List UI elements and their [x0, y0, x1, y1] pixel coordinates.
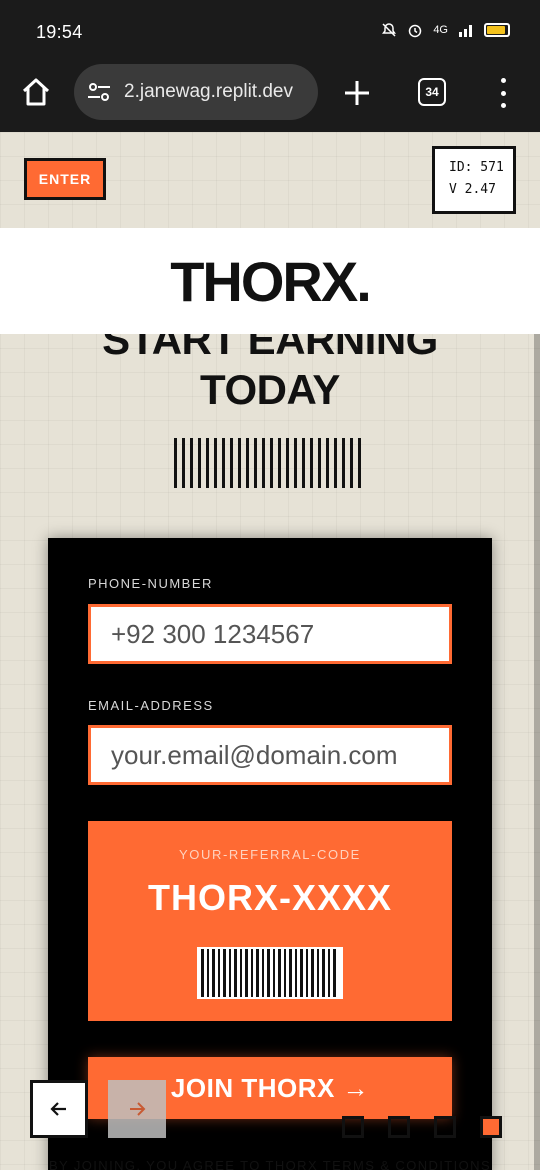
battery-icon: [484, 23, 510, 37]
home-icon[interactable]: [20, 76, 52, 108]
network-label: 4G: [433, 24, 448, 36]
id-label: ID: 571: [449, 160, 504, 175]
terms-text: BY JOINING, YOU AGREE TO THORX TERMS & C…: [48, 1158, 492, 1170]
url-text: 2.janewag.replit.dev: [124, 81, 293, 102]
carousel-dot[interactable]: [434, 1116, 456, 1138]
arrow-right-icon: [130, 1102, 146, 1116]
email-input[interactable]: your.email@domain.com: [88, 725, 452, 785]
tab-switcher-button[interactable]: 34: [418, 78, 446, 106]
referral-label: YOUR-REFERRAL-CODE: [179, 847, 361, 862]
signup-form-card: PHONE-NUMBER +92 300 1234567 EMAIL-ADDRE…: [48, 538, 492, 1170]
signal-icon: [459, 25, 472, 37]
carousel-prev-button[interactable]: [30, 1080, 88, 1138]
alarm-icon: [409, 24, 422, 38]
referral-code-box: YOUR-REFERRAL-CODE THORX-XXXX: [88, 821, 452, 1021]
phone-label: PHONE-NUMBER: [88, 576, 213, 591]
bell-off-icon: [382, 23, 397, 37]
scroll-shadow: [534, 334, 540, 1170]
id-version-box: ID: 571 V 2.47: [432, 146, 516, 214]
more-menu-icon[interactable]: [496, 78, 510, 108]
logo-band: THORX.: [0, 228, 540, 334]
email-label: EMAIL-ADDRESS: [88, 698, 214, 713]
referral-code: THORX-XXXX: [147, 877, 393, 918]
logo: THORX.: [170, 249, 372, 313]
site-settings-icon[interactable]: [86, 79, 112, 105]
status-time: 19:54: [36, 22, 83, 42]
version-label: V 2.47: [449, 182, 496, 197]
referral-barcode: [197, 947, 343, 999]
status-icons: 4G: [381, 22, 510, 38]
new-tab-icon[interactable]: [340, 76, 374, 110]
carousel-dot[interactable]: [342, 1116, 364, 1138]
arrow-left-icon: [50, 1102, 66, 1116]
enter-button[interactable]: ENTER: [24, 158, 106, 200]
carousel-indicators: [342, 1116, 502, 1138]
hero-heading-line2: TODAY: [200, 366, 340, 413]
address-bar[interactable]: 2.janewag.replit.dev: [74, 64, 318, 120]
carousel-dot[interactable]: [388, 1116, 410, 1138]
status-bar: 19:54 4G: [0, 0, 540, 64]
carousel-dot-active[interactable]: [480, 1116, 502, 1138]
browser-toolbar: 2.janewag.replit.dev 34: [0, 64, 540, 132]
phone-input[interactable]: +92 300 1234567: [88, 604, 452, 664]
barcode-decoration: [174, 438, 361, 488]
carousel-next-button[interactable]: [108, 1080, 166, 1138]
page-content: ENTER ID: 571 V 2.47 START EARNING THORX…: [0, 132, 540, 1170]
